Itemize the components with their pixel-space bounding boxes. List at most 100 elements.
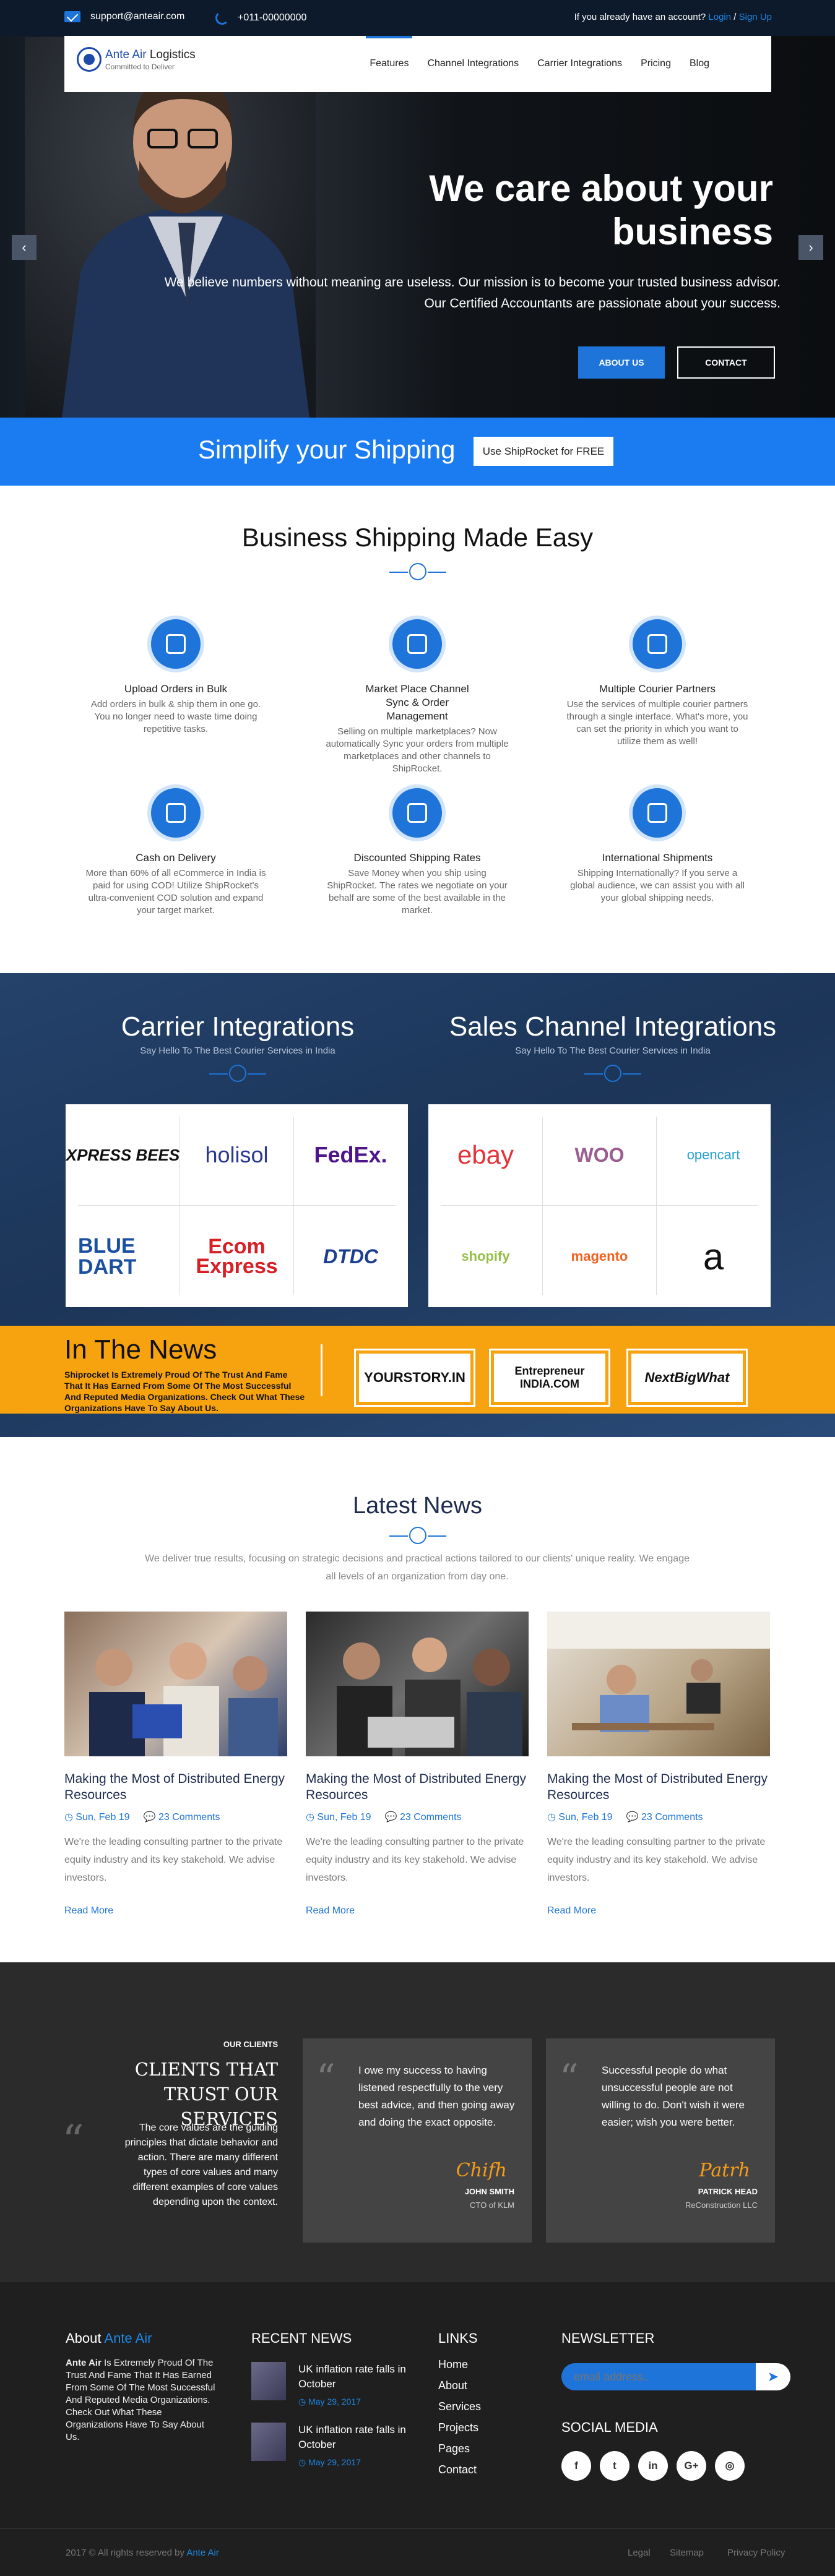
carrier-logos-panel: XPRESS BEES holisol FedEx. BLUE DART Eco…: [66, 1104, 408, 1307]
feature-title: Upload Orders in Bulk: [124, 683, 228, 695]
latest-news-intro: We deliver true results, focusing on str…: [145, 1553, 690, 1582]
footer-link-contact[interactable]: Contact: [438, 2463, 477, 2476]
nav-blog[interactable]: Blog: [690, 58, 709, 69]
phone-icon: [215, 11, 229, 25]
hero-title: We care about your business: [429, 168, 773, 252]
news-card: Making the Most of Distributed Energy Re…: [547, 1612, 770, 1917]
footer-link-projects[interactable]: Projects: [438, 2421, 478, 2434]
carrier-subtitle: Say Hello To The Best Courier Services i…: [140, 1045, 335, 1056]
clients-kicker: OUR CLIENTS: [223, 2040, 278, 2049]
top-bar: support@anteair.com +011-00000000 If you…: [0, 0, 835, 36]
logo-icon: [77, 47, 102, 72]
sales-title: Sales Channel Integrations: [449, 1011, 777, 1042]
news-card: Making the Most of Distributed Energy Re…: [306, 1612, 529, 1917]
signup-link[interactable]: Sign Up: [739, 12, 772, 22]
footer-link-pages[interactable]: Pages: [438, 2442, 470, 2455]
news-image[interactable]: [547, 1612, 770, 1756]
shiprocket-button[interactable]: Use ShipRocket for FREE: [474, 437, 613, 466]
login-link[interactable]: Login: [708, 12, 731, 22]
top-email[interactable]: support@anteair.com: [64, 11, 184, 22]
feature-cod: Cash on Delivery More than 60% of all eC…: [83, 784, 269, 917]
nav-pricing[interactable]: Pricing: [641, 58, 671, 69]
account-links: If you already have an account? Login / …: [574, 12, 772, 22]
news-desc: We're the leading consulting partner to …: [306, 1837, 524, 1883]
email-text: support@anteair.com: [90, 11, 185, 22]
news-image[interactable]: [306, 1612, 529, 1756]
site-logo[interactable]: Ante Air Logistics Committed to Deliver: [77, 47, 196, 72]
nav-features[interactable]: Features: [366, 36, 413, 69]
copyright-brand-link[interactable]: Ante Air: [186, 2548, 219, 2558]
google-plus-icon[interactable]: G+: [677, 2451, 706, 2481]
top-phone[interactable]: +011-00000000: [215, 11, 306, 25]
recent-news-date: May 29, 2017: [308, 2457, 361, 2467]
contact-button[interactable]: CONTACT: [677, 346, 775, 379]
news-title[interactable]: Making the Most of Distributed Energy Re…: [64, 1771, 287, 1803]
about-us-button[interactable]: ABOUT US: [578, 346, 665, 379]
slider-next-button[interactable]: ›: [798, 235, 823, 260]
news-image[interactable]: [64, 1612, 287, 1756]
money-bag-icon: [389, 784, 446, 841]
channel-logo: magento: [571, 1248, 628, 1264]
mail-icon: [64, 11, 80, 22]
facebook-icon[interactable]: f: [561, 2451, 591, 2481]
in-the-news-title: In The News: [64, 1334, 217, 1365]
privacy-policy-link[interactable]: Privacy Policy: [727, 2548, 785, 2558]
feature-title: Cash on Delivery: [136, 852, 216, 864]
legal-link[interactable]: Legal: [628, 2548, 651, 2558]
clock-icon: ◷: [64, 1812, 76, 1823]
footer-link-services[interactable]: Services: [438, 2400, 481, 2413]
comment-icon: 💬: [384, 1812, 400, 1823]
read-more-link[interactable]: Read More: [547, 1905, 770, 1917]
news-date: Sun, Feb 19: [76, 1812, 130, 1823]
footer-about-text: Ante Air Is Extremely Proud Of The Trust…: [66, 2358, 215, 2442]
simplify-banner: Simplify your Shipping Use ShipRocket fo…: [0, 418, 835, 486]
footer-link-about[interactable]: About: [438, 2379, 467, 2392]
read-more-link[interactable]: Read More: [306, 1905, 529, 1917]
news-card: Making the Most of Distributed Energy Re…: [64, 1612, 287, 1917]
hero-subtitle: We believe numbers without meaning are u…: [164, 275, 781, 311]
send-icon[interactable]: ➤: [756, 2363, 790, 2390]
in-the-news-strip: In The News Shiprocket Is Extremely Prou…: [0, 1326, 835, 1414]
testimonial-name: JOHN SMITH: [464, 2187, 514, 2196]
sync-icon: [389, 616, 446, 672]
slider-prev-button[interactable]: ‹: [12, 235, 37, 260]
instagram-icon[interactable]: ◎: [715, 2451, 745, 2481]
footer-link-home[interactable]: Home: [438, 2358, 468, 2371]
recent-news-date: May 29, 2017: [308, 2397, 361, 2406]
sales-subtitle: Say Hello To The Best Courier Services i…: [515, 1045, 711, 1056]
press-logo-nextbigwhat[interactable]: NextBigWhat: [628, 1350, 746, 1405]
feature-upload: Upload Orders in Bulk Add orders in bulk…: [83, 616, 269, 736]
read-more-link[interactable]: Read More: [64, 1905, 287, 1917]
testimonial-text: I owe my success to having listened resp…: [358, 2064, 515, 2128]
press-logo-entrepreneur[interactable]: Entrepreneur INDIA.COM: [491, 1350, 608, 1405]
clients-title: CLIENTS THAT TRUST OUR SERVICES: [134, 2059, 278, 2129]
feature-international: International Shipments Shipping Interna…: [565, 784, 750, 904]
news-comments[interactable]: 23 Comments: [158, 1812, 220, 1823]
newsletter-email-input[interactable]: [574, 2369, 735, 2384]
channel-logo: a: [703, 1235, 724, 1277]
main-navbar: Ante Air Logistics Committed to Deliver …: [64, 36, 771, 92]
linkedin-icon[interactable]: in: [638, 2451, 668, 2481]
simplify-text: Simplify your Shipping: [198, 435, 456, 464]
press-logo-yourstory[interactable]: YOURSTORY.IN: [356, 1350, 474, 1405]
feature-desc: Use the services of multiple courier par…: [566, 699, 748, 747]
carrier-logo: Ecom Express: [196, 1235, 278, 1278]
copyright-text: 2017 © All rights reserved by Ante Air: [66, 2548, 219, 2558]
nav-channel-integrations[interactable]: Channel Integrations: [427, 58, 519, 69]
nav-carrier-integrations[interactable]: Carrier Integrations: [537, 58, 622, 69]
news-title[interactable]: Making the Most of Distributed Energy Re…: [306, 1771, 529, 1803]
section-divider: [389, 1524, 446, 1548]
news-title[interactable]: Making the Most of Distributed Energy Re…: [547, 1771, 770, 1803]
news-comments[interactable]: 23 Comments: [641, 1812, 703, 1823]
news-comments[interactable]: 23 Comments: [400, 1812, 462, 1823]
plane-icon: [629, 784, 686, 841]
recent-news-thumb: [251, 2423, 286, 2461]
upload-icon: [147, 616, 204, 672]
twitter-icon[interactable]: t: [600, 2451, 629, 2481]
sitemap-link[interactable]: Sitemap: [670, 2548, 704, 2558]
handshake-icon: [629, 616, 686, 672]
feature-title: International Shipments: [602, 852, 713, 864]
carrier-logo: FedEx.: [314, 1142, 387, 1167]
clock-icon: ◷: [306, 1812, 318, 1823]
delivery-truck-icon: [147, 784, 204, 841]
